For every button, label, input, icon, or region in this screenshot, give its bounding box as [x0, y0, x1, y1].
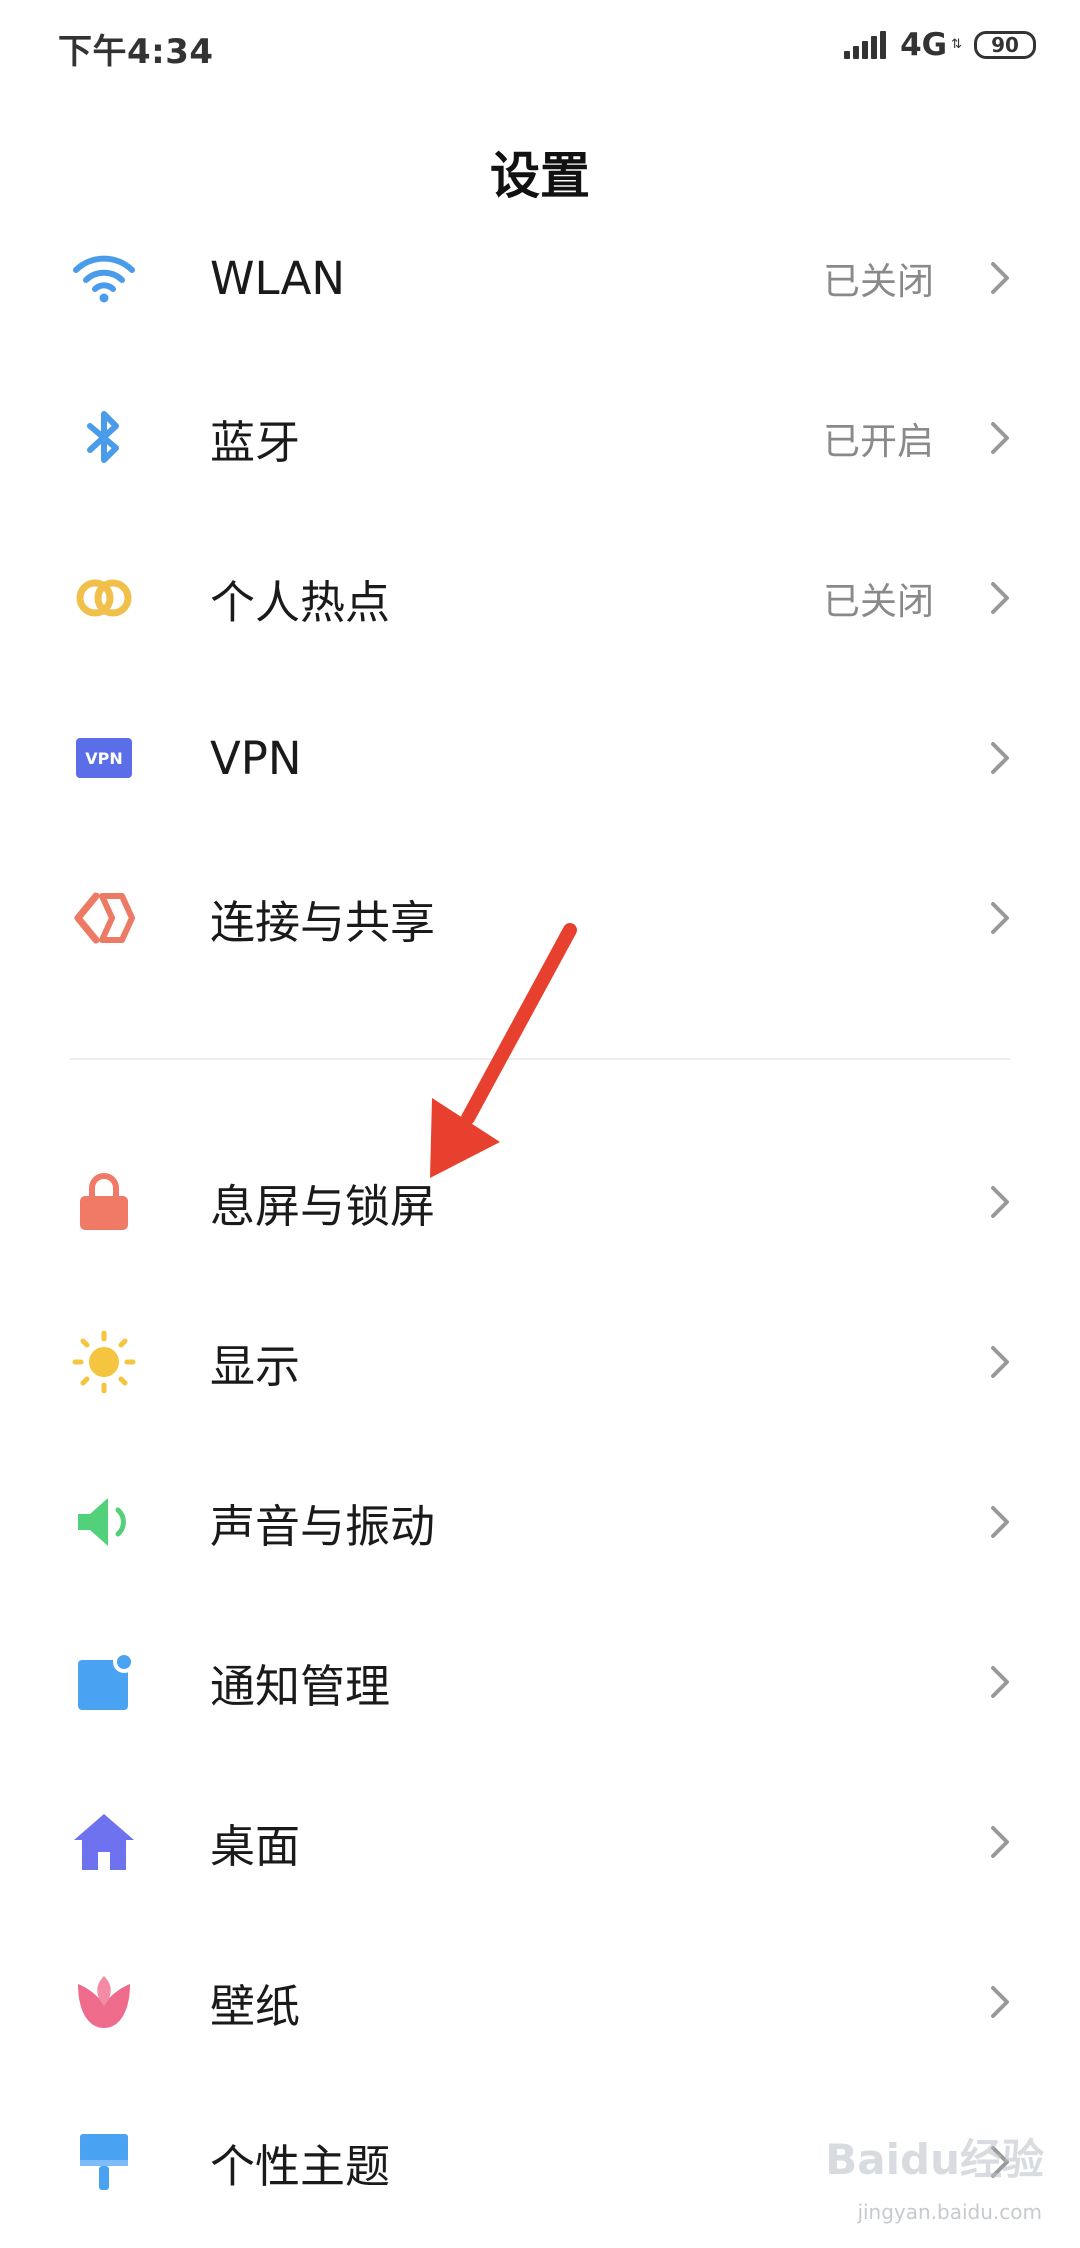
wifi-icon [72, 246, 136, 310]
setting-item-home-screen[interactable]: 桌面 [0, 1762, 1080, 1922]
chevron-right-icon [991, 1506, 1009, 1538]
setting-label: 个人热点 [210, 575, 391, 629]
bluetooth-icon [72, 406, 136, 470]
data-activity-icon: ⇅ [951, 37, 962, 52]
setting-item-display[interactable]: 显示 [0, 1282, 1080, 1442]
lock-icon [72, 1170, 136, 1234]
notification-icon [72, 1650, 136, 1714]
setting-item-bluetooth[interactable]: 蓝牙 已开启 [0, 358, 1080, 518]
watermark: Baidu经验 jingyan.baidu.com [814, 2126, 1044, 2236]
setting-item-sound[interactable]: 声音与振动 [0, 1442, 1080, 1602]
chevron-right-icon [991, 582, 1009, 614]
vpn-icon-text: VPN [85, 748, 123, 768]
setting-item-notifications[interactable]: 通知管理 [0, 1602, 1080, 1762]
setting-label: 桌面 [210, 1819, 301, 1873]
hotspot-icon [72, 566, 136, 630]
setting-label: 连接与共享 [210, 895, 436, 949]
setting-item-hotspot[interactable]: 个人热点 已关闭 [0, 518, 1080, 678]
setting-label: 显示 [210, 1339, 301, 1393]
status-time: 下午4:34 [58, 32, 214, 72]
chevron-right-icon [991, 742, 1009, 774]
chevron-right-icon [991, 902, 1009, 934]
setting-item-lock-screen[interactable]: 息屏与锁屏 [0, 1122, 1080, 1282]
network-type: 4G [900, 27, 948, 63]
brush-icon [72, 2130, 136, 2194]
chevron-right-icon [991, 422, 1009, 454]
setting-item-wlan[interactable]: WLAN 已关闭 [0, 198, 1080, 358]
setting-item-connection-share[interactable]: 连接与共享 [0, 838, 1080, 998]
chevron-right-icon [991, 1666, 1009, 1698]
chevron-right-icon [991, 262, 1009, 294]
setting-item-wallpaper[interactable]: 壁纸 [0, 1922, 1080, 2082]
status-indicators: 4G ⇅ 90 [844, 22, 1036, 68]
setting-label: 个性主题 [210, 2139, 391, 2193]
setting-status: 已关闭 [823, 260, 934, 303]
setting-label: 声音与振动 [210, 1499, 436, 1553]
section-divider [70, 1058, 1010, 1060]
chevron-right-icon [991, 1186, 1009, 1218]
connection-share-icon [72, 886, 136, 950]
battery-level: 90 [991, 33, 1019, 57]
status-bar: 下午4:34 4G ⇅ 90 [0, 0, 1080, 92]
chevron-right-icon [991, 1826, 1009, 1858]
home-icon [72, 1810, 136, 1874]
vpn-icon: VPN [72, 726, 136, 790]
tulip-icon [72, 1970, 136, 2034]
setting-status: 已关闭 [823, 580, 934, 623]
setting-label: 壁纸 [210, 1979, 301, 2033]
watermark-logo: Baidu经验 [825, 2135, 1044, 2184]
speaker-icon [72, 1490, 136, 1554]
watermark-url: jingyan.baidu.com [857, 2200, 1042, 2224]
setting-label: 息屏与锁屏 [210, 1179, 436, 1233]
brightness-icon [72, 1330, 136, 1394]
chevron-right-icon [991, 1346, 1009, 1378]
setting-label: VPN [210, 731, 302, 785]
signal-strength-icon [844, 31, 887, 59]
setting-label: 通知管理 [210, 1659, 391, 1713]
setting-label: 蓝牙 [210, 415, 301, 469]
chevron-right-icon [991, 1986, 1009, 2018]
setting-label: WLAN [210, 251, 346, 305]
setting-status: 已开启 [823, 420, 934, 463]
battery-icon: 90 [974, 31, 1036, 59]
setting-item-vpn[interactable]: VPN VPN [0, 678, 1080, 838]
